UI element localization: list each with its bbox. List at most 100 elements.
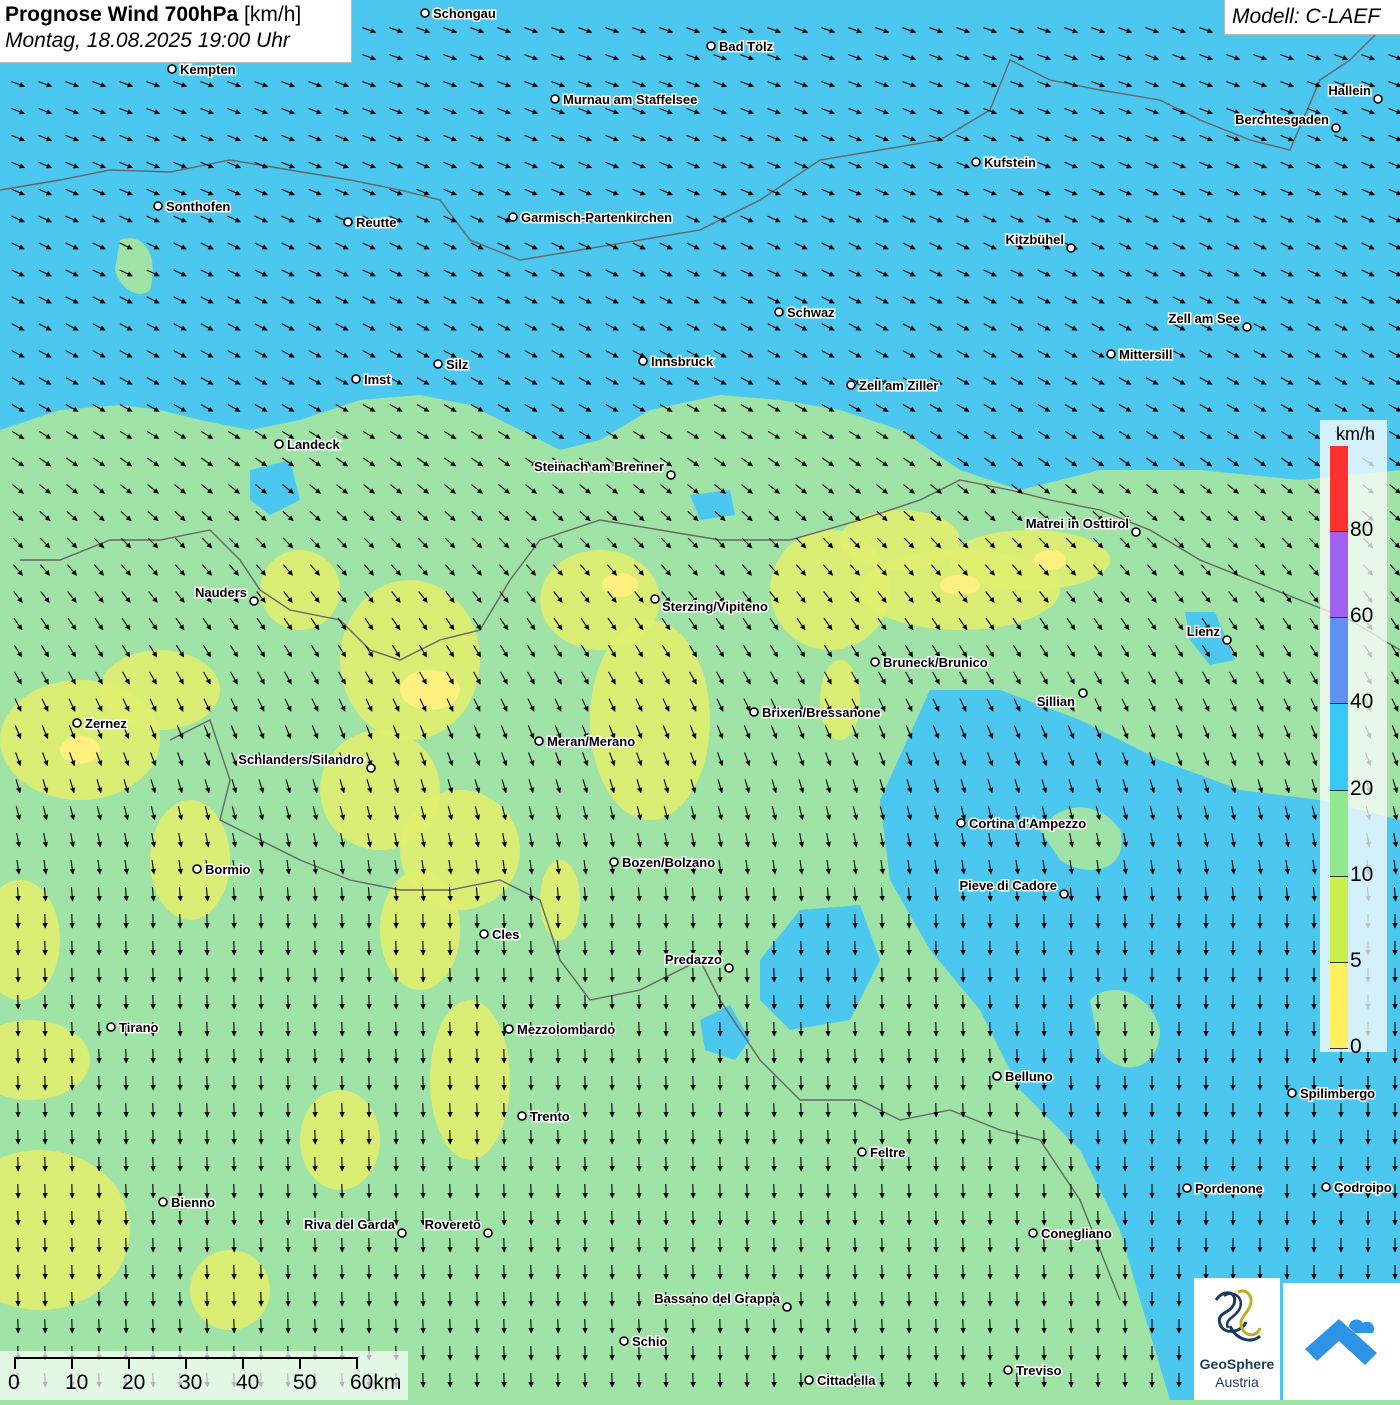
city-label: Conegliano	[1041, 1226, 1112, 1241]
scale-label: 30	[179, 1371, 202, 1395]
city-label: Mittersill	[1119, 347, 1172, 362]
legend-tick-label: 10	[1350, 863, 1373, 887]
city-label: Steinach am Brenner	[534, 459, 664, 474]
legend-tick-label: 20	[1350, 777, 1373, 801]
city-label: Sillian	[1037, 694, 1075, 709]
city-dot	[73, 719, 81, 727]
scale-label: 60km	[350, 1371, 401, 1395]
city-marker: Innsbruck	[639, 354, 714, 369]
city-label: Schlanders/Silandro	[238, 752, 364, 767]
city-marker: Bozen/Bolzano	[610, 855, 715, 870]
city-dot	[707, 42, 715, 50]
city-label: Feltre	[870, 1145, 905, 1160]
city-dot	[480, 930, 488, 938]
city-label: Rovereto	[425, 1217, 481, 1232]
city-dot	[858, 1148, 866, 1156]
city-label: Innsbruck	[651, 354, 714, 369]
city-dot	[1132, 528, 1140, 536]
city-dot	[1183, 1184, 1191, 1192]
city-dot	[275, 440, 283, 448]
city-dot	[159, 1198, 167, 1206]
city-dot	[1060, 890, 1068, 898]
city-dot	[972, 158, 980, 166]
city-dot	[535, 737, 543, 745]
city-label: Codroipo	[1334, 1180, 1392, 1195]
city-marker: Mezzolombardo	[505, 1022, 615, 1037]
city-dot	[1374, 95, 1382, 103]
city-label: Cortina d'Ampezzo	[969, 816, 1086, 831]
city-dot	[620, 1337, 628, 1345]
city-label: Lienz	[1187, 624, 1221, 639]
scale-tick	[356, 1357, 358, 1369]
city-label: Silz	[446, 357, 469, 372]
scale-tick	[299, 1357, 301, 1369]
legend-tick-label: 5	[1350, 949, 1362, 973]
city-dot	[1243, 323, 1251, 331]
legend-tick-label: 40	[1350, 690, 1373, 714]
city-label: Tirano	[119, 1020, 159, 1035]
wind-map: SchongauKemptenBad TölzMurnau am Staffel…	[0, 0, 1400, 1400]
legend-tick-label: 60	[1350, 604, 1373, 628]
city-label: Schongau	[433, 6, 496, 21]
title-unit: [km/h]	[244, 3, 301, 26]
city-label: Murnau am Staffelsee	[563, 92, 697, 107]
city-marker: Brixen/Bressanone	[750, 705, 881, 720]
city-marker: Garmisch-Partenkirchen	[509, 210, 672, 225]
city-label: Bienno	[171, 1195, 215, 1210]
legend-segment	[1330, 704, 1348, 790]
city-dot	[344, 218, 352, 226]
city-dot	[107, 1023, 115, 1031]
city-label: Cles	[492, 927, 519, 942]
city-marker: Cortina d'Ampezzo	[957, 816, 1086, 831]
city-label: Schio	[632, 1334, 667, 1349]
city-marker: Pordenone	[1183, 1181, 1263, 1196]
city-label: Zell am Ziller	[859, 378, 938, 393]
scale-label: 50	[293, 1371, 316, 1395]
legend-segment	[1330, 791, 1348, 877]
city-dot	[1332, 124, 1340, 132]
city-dot	[250, 597, 258, 605]
city-label: Sterzing/Vipiteno	[662, 599, 768, 614]
legend-bar	[1330, 446, 1348, 1049]
city-dot	[847, 381, 855, 389]
city-dot	[1067, 244, 1075, 252]
city-dot	[484, 1229, 492, 1237]
wind-zone-calm	[60, 736, 100, 764]
legend-unit: km/h	[1336, 424, 1375, 445]
city-dot	[1079, 689, 1087, 697]
city-marker: Conegliano	[1029, 1226, 1112, 1241]
city-label: Belluno	[1005, 1069, 1053, 1084]
city-dot	[639, 357, 647, 365]
city-label: Trento	[530, 1109, 570, 1124]
legend-segment	[1330, 532, 1348, 618]
city-label: Schwaz	[787, 305, 835, 320]
city-dot	[783, 1303, 791, 1311]
city-dot	[168, 65, 176, 73]
city-dot	[1004, 1366, 1012, 1374]
wind-zone-weak	[150, 800, 230, 920]
city-dot	[434, 360, 442, 368]
city-dot	[518, 1112, 526, 1120]
city-marker: Zell am Ziller	[847, 378, 938, 393]
title: Prognose Wind 700hPa [km/h]	[5, 3, 346, 27]
city-label: Landeck	[287, 437, 341, 452]
scale-label: 0	[8, 1371, 20, 1395]
city-label: Bassano del Grappa	[654, 1291, 780, 1306]
geosphere-subname: Austria	[1194, 1374, 1280, 1390]
scale-tick	[128, 1357, 130, 1369]
city-dot	[805, 1376, 813, 1384]
city-label: Bruneck/Brunico	[883, 655, 988, 670]
wind-zone-weak	[340, 580, 480, 740]
city-label: Riva del Garda	[304, 1217, 396, 1232]
city-label: Mezzolombardo	[517, 1022, 615, 1037]
scale-bar: 0102030405060km	[0, 1351, 408, 1400]
city-label: Kitzbühel	[1006, 232, 1065, 247]
color-legend: km/h 806040201050	[1320, 420, 1387, 1052]
city-dot	[610, 858, 618, 866]
city-dot	[1322, 1183, 1330, 1191]
city-dot	[505, 1025, 513, 1033]
city-dot	[367, 764, 375, 772]
forecast-datetime: Montag, 18.08.2025 19:00 Uhr	[5, 29, 346, 53]
city-dot	[1288, 1089, 1296, 1097]
city-dot	[750, 708, 758, 716]
